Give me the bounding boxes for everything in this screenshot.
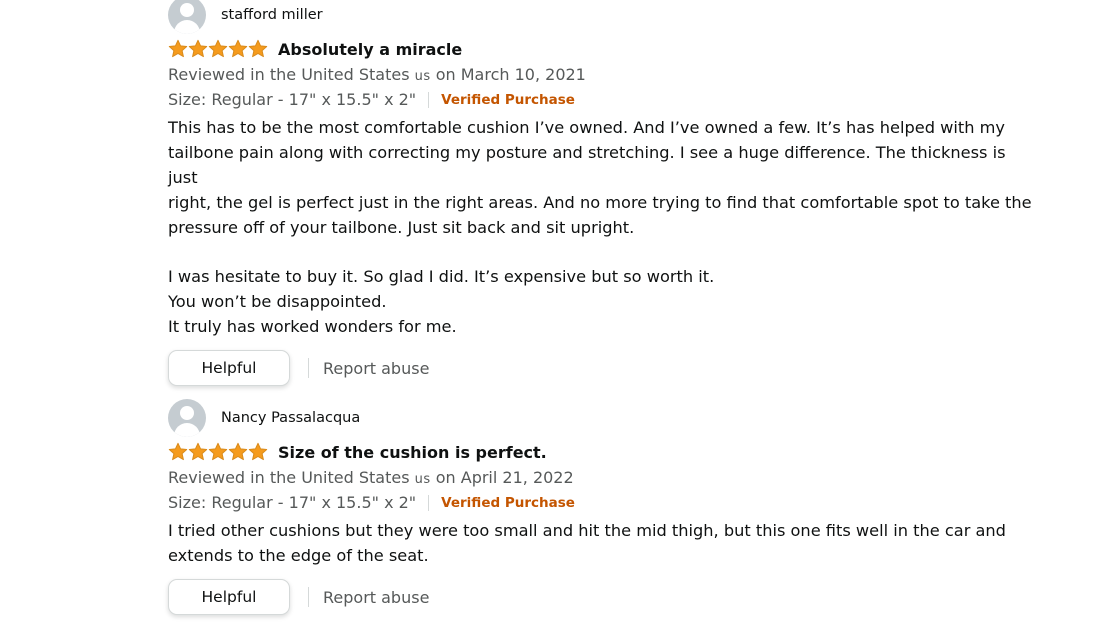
reviewer-name[interactable]: stafford miller: [221, 7, 323, 23]
report-abuse-link[interactable]: Report abuse: [323, 588, 429, 607]
review-card: stafford miller Absolutely a miracle Rev…: [168, 0, 1038, 386]
product-size-link[interactable]: Size: Regular - 17" x 15.5" x 2": [168, 493, 416, 512]
verified-purchase-badge[interactable]: Verified Purchase: [441, 495, 575, 511]
divider: [428, 494, 430, 511]
divider: [308, 587, 309, 607]
helpful-button[interactable]: Helpful: [168, 350, 290, 386]
star-icon: [208, 442, 228, 461]
star-icon: [248, 39, 268, 58]
reviewer-profile[interactable]: Nancy Passalacqua: [168, 399, 1038, 437]
review-title[interactable]: Absolutely a miracle: [278, 40, 462, 59]
product-size-link[interactable]: Size: Regular - 17" x 15.5" x 2": [168, 90, 416, 109]
country-code: us: [414, 472, 431, 487]
star-rating[interactable]: [168, 442, 268, 462]
reviewer-profile[interactable]: stafford miller: [168, 0, 1038, 34]
star-icon: [228, 39, 248, 58]
star-icon: [248, 442, 268, 461]
star-icon: [228, 442, 248, 461]
star-icon: [208, 39, 228, 58]
review-body: This has to be the most comfortable cush…: [168, 118, 1032, 336]
divider: [308, 358, 309, 378]
review-date: Reviewed in the United States us on Apri…: [168, 468, 574, 487]
review-body: I tried other cushions but they were too…: [168, 521, 1006, 565]
reviewer-name[interactable]: Nancy Passalacqua: [221, 410, 360, 426]
star-icon: [188, 39, 208, 58]
report-abuse-link[interactable]: Report abuse: [323, 359, 429, 378]
star-icon: [168, 39, 188, 58]
star-icon: [188, 442, 208, 461]
star-icon: [168, 442, 188, 461]
review-title[interactable]: Size of the cushion is perfect.: [278, 443, 547, 462]
user-avatar-icon: [168, 399, 206, 437]
star-rating[interactable]: [168, 39, 268, 59]
divider: [428, 91, 430, 108]
country-code: us: [414, 69, 431, 84]
review-date: Reviewed in the United States us on Marc…: [168, 65, 586, 84]
verified-purchase-badge[interactable]: Verified Purchase: [441, 92, 575, 108]
helpful-button[interactable]: Helpful: [168, 579, 290, 615]
user-avatar-icon: [168, 0, 206, 34]
review-card: Nancy Passalacqua Size of the cushion is…: [168, 399, 1038, 615]
